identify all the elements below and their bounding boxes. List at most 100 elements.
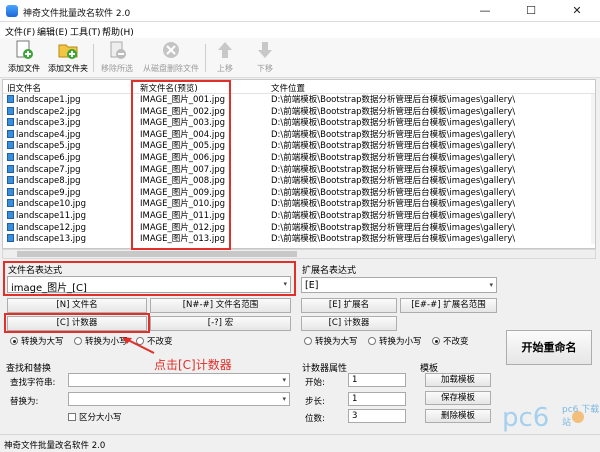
app-icon — [6, 5, 18, 17]
ext-case-none[interactable]: 不改变 — [432, 335, 469, 347]
table-row[interactable]: landscape2.jpg IMAGE_图片_002.jpg D:\前端模板\Bo… — [3, 106, 595, 118]
status-text: 神奇文件批量改名软件 2.0 — [4, 441, 106, 451]
title-bar: 神奇文件批量改名软件 2.0 — ☐ ✕ — [0, 0, 600, 22]
table-row[interactable]: landscape1.jpg IMAGE_图片_001.jpg D:\前端模板\Bo… — [3, 95, 595, 106]
find-replace-title: 查找和替换 — [6, 364, 52, 374]
ext-case-lower[interactable]: 转换为小写 — [368, 335, 422, 347]
counter-step-input[interactable]: 1 — [348, 392, 406, 406]
start-rename-button[interactable]: 开始重命名 — [506, 330, 592, 365]
chevron-down-icon[interactable]: ▾ — [282, 376, 286, 384]
table-row[interactable]: landscape10.jpg IMAGE_图片_010.jpg D:\前端模板\B… — [3, 199, 595, 210]
new-name-cell: IMAGE_图片_012.jpg — [140, 222, 226, 233]
insert-ext-button[interactable]: [E] 扩展名 — [301, 298, 397, 313]
horizontal-scrollbar[interactable] — [2, 249, 596, 259]
annotation-arrow-icon — [122, 337, 155, 354]
scrollbar-thumb[interactable] — [17, 251, 297, 257]
file-list[interactable]: 旧文件名 新文件名(预览) 文件位置 landscape1.jpg IMAGE_图… — [2, 79, 596, 249]
save-template-button[interactable]: 保存模板 — [425, 391, 491, 405]
insert-counter-button[interactable]: [C] 计数器 — [7, 316, 147, 331]
load-template-button[interactable]: 加载模板 — [425, 373, 491, 387]
old-name-cell: landscape3.jpg — [7, 118, 81, 129]
menu-edit[interactable]: 编辑(E) — [37, 25, 68, 38]
filename-case-upper[interactable]: 转换为大写 — [10, 335, 64, 347]
location-cell: D:\前端模板\Bootstrap数据分析管理后台模板\images\galle… — [271, 164, 516, 175]
table-row[interactable]: landscape4.jpg IMAGE_图片_004.jpg D:\前端模板\Bo… — [3, 129, 595, 141]
old-name-cell: landscape9.jpg — [7, 187, 81, 199]
location-cell: D:\前端模板\Bootstrap数据分析管理后台模板\images\galle… — [271, 141, 516, 152]
add-file-icon — [14, 40, 34, 60]
image-file-icon — [7, 164, 14, 173]
insert-filename-button[interactable]: [N] 文件名 — [7, 298, 147, 313]
counter-start-input[interactable]: 1 — [348, 373, 406, 387]
ext-expr-label: 扩展名表达式 — [302, 266, 357, 276]
toolbar-separator — [205, 44, 206, 72]
menu-tools[interactable]: 工具(T) — [70, 25, 101, 38]
counter-digits-input[interactable]: 3 — [348, 409, 406, 423]
old-name-cell: landscape6.jpg — [7, 153, 81, 164]
chevron-down-icon[interactable]: ▾ — [489, 281, 493, 289]
filename-expr-input[interactable]: image_图片_[C] ▾ — [7, 276, 291, 294]
find-input[interactable]: ▾ — [68, 373, 290, 387]
ext-case-upper[interactable]: 转换为大写 — [304, 335, 358, 347]
location-cell: D:\前端模板\Bootstrap数据分析管理后台模板\images\galle… — [271, 129, 516, 140]
old-name-cell: landscape5.jpg — [7, 141, 81, 152]
case-sensitive-checkbox[interactable]: 区分大小写 — [68, 411, 122, 423]
location-cell: D:\前端模板\Bootstrap数据分析管理后台模板\images\galle… — [271, 187, 516, 198]
move-down-button[interactable]: 下移 — [250, 40, 280, 76]
old-name-cell: landscape13.jpg — [7, 234, 86, 245]
ext-expr-input[interactable]: [E] ▾ — [301, 277, 497, 293]
insert-filename-range-button[interactable]: [N#-#] 文件名范围 — [150, 298, 291, 313]
location-cell: D:\前端模板\Bootstrap数据分析管理后台模板\images\galle… — [271, 153, 516, 163]
chevron-down-icon[interactable]: ▾ — [282, 395, 286, 403]
table-row[interactable]: landscape9.jpg IMAGE_图片_009.jpg D:\前端模板\Bo… — [3, 187, 595, 199]
location-cell: D:\前端模板\Bootstrap数据分析管理后台模板\images\galle… — [271, 234, 516, 245]
replace-input[interactable]: ▾ — [68, 392, 290, 406]
pc6-watermark-logo: pc6 pc6 下载站 — [502, 403, 600, 433]
image-file-icon — [7, 234, 14, 243]
insert-ext-counter-button[interactable]: [C] 计数器 — [301, 316, 397, 331]
delete-template-button[interactable]: 删除模板 — [425, 409, 491, 423]
table-row[interactable]: landscape11.jpg IMAGE_图片_011.jpg D:\前端模板\B… — [3, 211, 595, 222]
find-label: 查找字符串: — [10, 378, 56, 388]
insert-ext-range-button[interactable]: [E#-#] 扩展名范围 — [400, 298, 497, 313]
checkbox-box[interactable] — [68, 413, 76, 421]
chevron-down-icon[interactable]: ▾ — [283, 280, 287, 288]
filename-expr-label: 文件名表达式 — [8, 266, 63, 276]
vertical-scrollbar[interactable] — [591, 94, 595, 244]
table-row[interactable]: landscape8.jpg IMAGE_图片_008.jpg D:\前端模板\Bo… — [3, 176, 595, 187]
minimize-button[interactable]: — — [462, 0, 508, 22]
new-name-cell: IMAGE_图片_007.jpg — [140, 164, 226, 175]
location-cell: D:\前端模板\Bootstrap数据分析管理后台模板\images\galle… — [271, 222, 516, 233]
window-title: 神奇文件批量改名软件 2.0 — [23, 9, 131, 19]
menu-help[interactable]: 帮助(H) — [102, 25, 134, 38]
move-up-button[interactable]: 上移 — [210, 40, 240, 76]
old-name-cell: landscape4.jpg — [7, 129, 81, 141]
table-row[interactable]: landscape6.jpg IMAGE_图片_006.jpg D:\前端模板\Bo… — [3, 153, 595, 164]
add-folder-button[interactable]: 添加文件夹 — [46, 40, 90, 76]
table-row[interactable]: landscape12.jpg IMAGE_图片_012.jpg D:\前端模板\B… — [3, 222, 595, 234]
add-file-button[interactable]: 添加文件 — [4, 40, 44, 76]
new-name-cell: IMAGE_图片_008.jpg — [140, 176, 226, 187]
location-cell: D:\前端模板\Bootstrap数据分析管理后台模板\images\galle… — [271, 106, 516, 117]
new-name-cell: IMAGE_图片_010.jpg — [140, 199, 226, 210]
delete-from-disk-button[interactable]: 从磁盘删除文件 — [140, 40, 202, 76]
image-file-icon — [7, 176, 14, 185]
menu-file[interactable]: 文件(F) — [5, 25, 35, 38]
table-row[interactable]: landscape3.jpg IMAGE_图片_003.jpg D:\前端模板\Bo… — [3, 118, 595, 129]
column-old-name[interactable]: 旧文件名 — [7, 82, 41, 94]
maximize-button[interactable]: ☐ — [508, 0, 554, 22]
new-name-cell: IMAGE_图片_006.jpg — [140, 153, 226, 163]
image-file-icon — [7, 118, 14, 127]
table-row[interactable]: landscape13.jpg IMAGE_图片_013.jpg D:\前端模板\B… — [3, 234, 595, 245]
close-button[interactable]: ✕ — [554, 0, 600, 22]
remove-selected-button[interactable]: 移除所选 — [96, 40, 138, 76]
column-location[interactable]: 文件位置 — [271, 82, 305, 94]
new-name-cell: IMAGE_图片_013.jpg — [140, 234, 226, 245]
table-row[interactable]: landscape5.jpg IMAGE_图片_005.jpg D:\前端模板\Bo… — [3, 141, 595, 152]
insert-macro-button[interactable]: [-?] 宏 — [150, 316, 291, 331]
table-row[interactable]: landscape7.jpg IMAGE_图片_007.jpg D:\前端模板\Bo… — [3, 164, 595, 176]
column-new-name[interactable]: 新文件名(预览) — [140, 82, 198, 94]
location-cell: D:\前端模板\Bootstrap数据分析管理后台模板\images\galle… — [271, 95, 516, 105]
image-file-icon — [7, 222, 14, 231]
new-name-cell: IMAGE_图片_004.jpg — [140, 129, 226, 140]
